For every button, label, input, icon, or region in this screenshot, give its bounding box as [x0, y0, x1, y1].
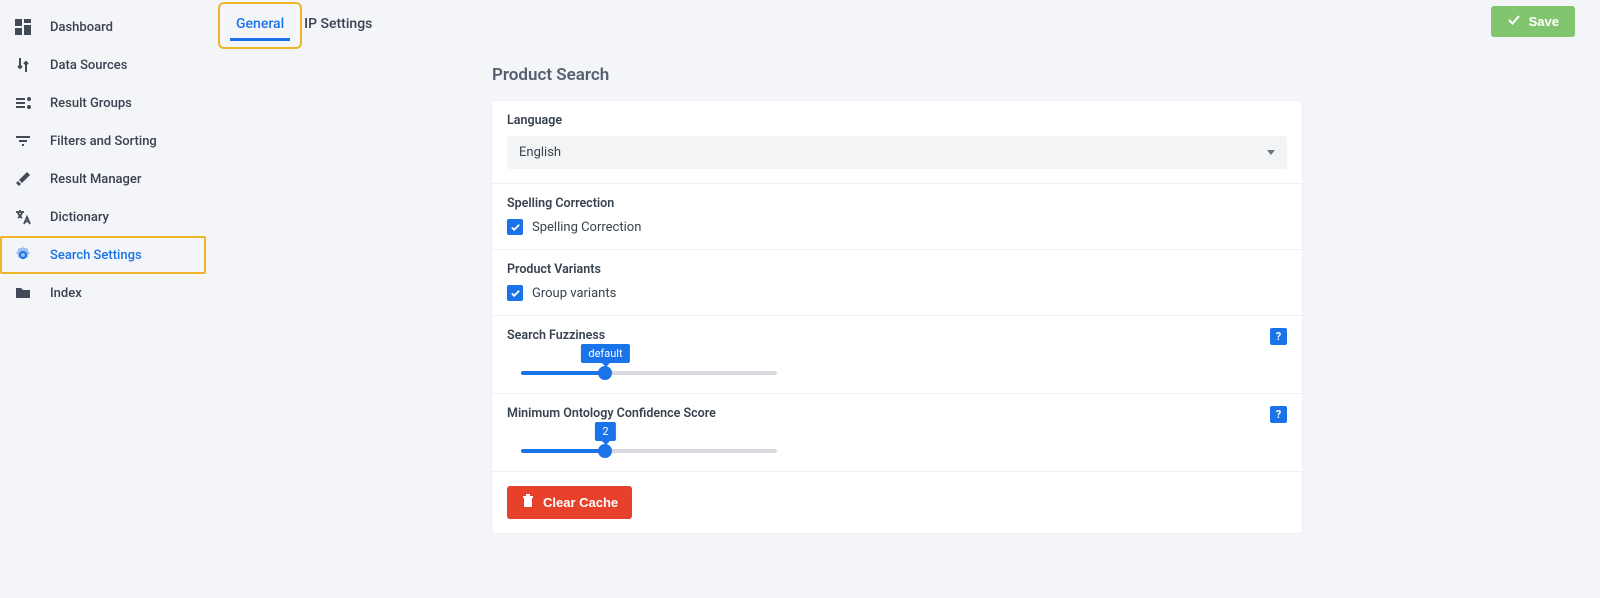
section-language: Language English — [492, 101, 1302, 184]
language-select-value: English — [519, 145, 561, 160]
label-spelling: Spelling Correction — [507, 196, 1287, 211]
slider-thumb[interactable] — [598, 366, 612, 380]
label-variants: Product Variants — [507, 262, 1287, 277]
main-content: General IP Settings Save Product Search … — [206, 0, 1600, 598]
tools-icon — [14, 170, 32, 188]
tabs-bar: General IP Settings — [222, 0, 1584, 45]
section-spelling: Spelling Correction Spelling Correction — [492, 184, 1302, 250]
save-button-label: Save — [1529, 14, 1559, 29]
fuzziness-slider-tooltip: default — [581, 344, 629, 363]
language-select[interactable]: English — [507, 136, 1287, 169]
dashboard-icon — [14, 18, 32, 36]
translate-icon — [14, 208, 32, 226]
sidebar-item-label: Index — [50, 286, 82, 301]
tab-general[interactable]: General — [230, 12, 290, 41]
sidebar-item-data-sources[interactable]: Data Sources — [0, 46, 206, 84]
chevron-down-icon — [1267, 150, 1275, 155]
data-sources-icon — [14, 56, 32, 74]
sidebar-item-search-settings[interactable]: Search Settings — [0, 236, 206, 274]
sidebar-item-result-manager[interactable]: Result Manager — [0, 160, 206, 198]
sidebar-item-filters-sorting[interactable]: Filters and Sorting — [0, 122, 206, 160]
spelling-checkbox-label: Spelling Correction — [532, 220, 641, 235]
sidebar-item-label: Dashboard — [50, 20, 113, 35]
label-ontology: Minimum Ontology Confidence Score — [507, 406, 716, 421]
section-clear-cache: Clear Cache — [492, 472, 1302, 533]
sidebar-item-label: Data Sources — [50, 58, 127, 73]
fuzziness-slider[interactable]: default — [521, 371, 777, 375]
spelling-checkbox[interactable] — [507, 219, 523, 235]
clear-cache-button[interactable]: Clear Cache — [507, 486, 632, 519]
tab-ip-settings[interactable]: IP Settings — [298, 6, 378, 38]
help-icon-ontology[interactable]: ? — [1270, 406, 1287, 423]
folder-icon — [14, 284, 32, 302]
variants-checkbox-label: Group variants — [532, 286, 616, 301]
section-fuzziness: Search Fuzziness ? default — [492, 316, 1302, 394]
label-language: Language — [507, 113, 1287, 128]
clear-cache-label: Clear Cache — [543, 495, 618, 510]
sidebar: Dashboard Data Sources Result Groups Fil… — [0, 0, 206, 598]
sidebar-item-dashboard[interactable]: Dashboard — [0, 8, 206, 46]
label-fuzziness: Search Fuzziness — [507, 328, 605, 343]
settings-card: Language English Spelling Correction Spe… — [492, 101, 1302, 533]
check-icon — [1507, 13, 1521, 30]
sidebar-item-label: Result Manager — [50, 172, 142, 187]
section-ontology: Minimum Ontology Confidence Score ? 2 — [492, 394, 1302, 472]
sidebar-item-label: Search Settings — [50, 248, 142, 263]
sidebar-item-result-groups[interactable]: Result Groups — [0, 84, 206, 122]
ontology-slider-tooltip: 2 — [595, 422, 615, 441]
sidebar-item-index[interactable]: Index — [0, 274, 206, 312]
ontology-slider[interactable]: 2 — [521, 449, 777, 453]
gear-icon — [14, 246, 32, 264]
sidebar-item-label: Result Groups — [50, 96, 132, 111]
save-button[interactable]: Save — [1491, 6, 1575, 37]
sidebar-item-label: Filters and Sorting — [50, 134, 157, 149]
result-groups-icon — [14, 94, 32, 112]
variants-checkbox[interactable] — [507, 285, 523, 301]
tabs-highlight-wrap: General — [222, 6, 298, 45]
sidebar-item-label: Dictionary — [50, 210, 109, 225]
section-variants: Product Variants Group variants — [492, 250, 1302, 316]
slider-thumb[interactable] — [598, 444, 612, 458]
sidebar-item-dictionary[interactable]: Dictionary — [0, 198, 206, 236]
filters-icon — [14, 132, 32, 150]
page-title: Product Search — [492, 65, 1584, 85]
trash-icon — [521, 494, 535, 511]
help-icon-fuzziness[interactable]: ? — [1270, 328, 1287, 345]
